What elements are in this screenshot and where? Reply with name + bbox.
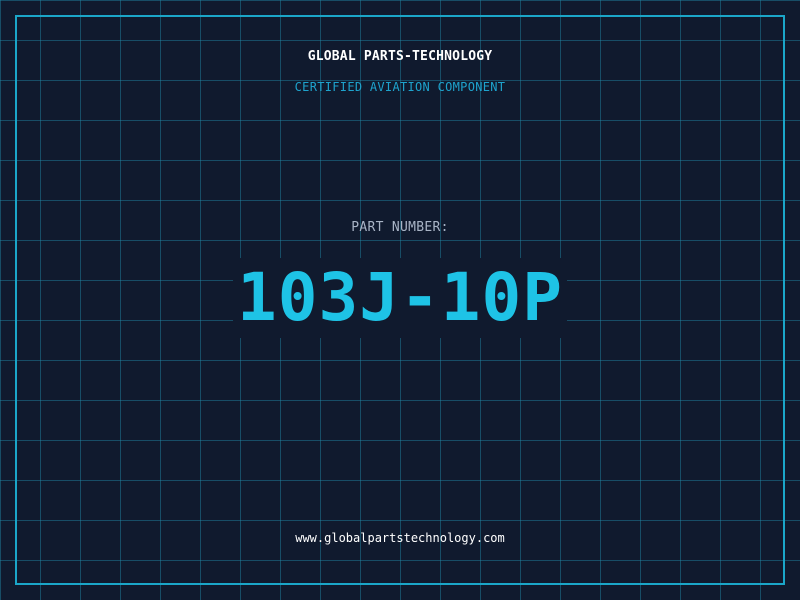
part-number-label: PART NUMBER: [351,220,449,235]
part-number-container: 103J-10P [0,258,800,338]
brand-tagline: CERTIFIED AVIATION COMPONENT [294,80,506,94]
part-number-value: 103J-10P [233,258,567,338]
brand-name: GLOBAL PARTS-TECHNOLOGY [307,49,493,64]
website-text: www.globalpartstechnology.com [295,531,505,545]
